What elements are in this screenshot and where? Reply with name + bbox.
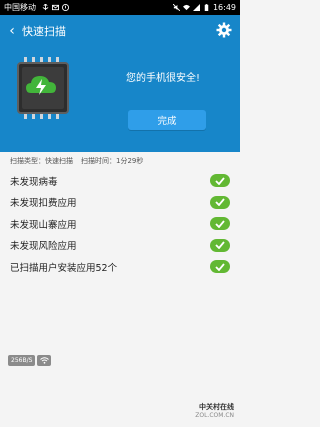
check-icon	[210, 217, 230, 230]
clock: 16:49	[212, 3, 236, 12]
speed-badge: 256B/S	[8, 355, 36, 366]
scan-info: 扫描类型：快速扫描 扫描时间：1分29秒	[10, 156, 143, 166]
list-item: 已扫描用户安装应用52个	[0, 256, 240, 278]
list-item: 未发现病毒	[0, 170, 240, 192]
list-item: 未发现风险应用	[0, 235, 240, 257]
chip-shield-icon	[17, 57, 69, 119]
app-bar: ‹ 快速扫描	[0, 15, 240, 47]
alert-icon	[62, 4, 69, 11]
result-label: 未发现风险应用	[10, 241, 77, 253]
scan-type: 扫描类型：快速扫描	[10, 157, 73, 165]
watermark: 中关村在线 ZOL.COM.CN	[195, 402, 234, 419]
done-button[interactable]: 完成	[128, 110, 206, 130]
usb-icon	[42, 4, 49, 11]
list-item: 未发现山寨应用	[0, 213, 240, 235]
result-label: 已扫描用户安装应用52个	[10, 262, 118, 274]
gear-icon[interactable]	[216, 22, 232, 38]
status-bar: 中国移动 16:49	[0, 0, 240, 15]
result-label: 未发现扣费应用	[10, 198, 77, 210]
watermark-url: ZOL.COM.CN	[195, 412, 234, 419]
check-icon	[210, 174, 230, 187]
notification-icons	[42, 4, 69, 11]
battery-icon	[204, 4, 209, 11]
result-label: 未发现病毒	[10, 176, 58, 188]
safety-message: 您的手机很安全!	[126, 73, 201, 84]
page-title: 快速扫描	[22, 25, 66, 38]
check-icon	[210, 260, 230, 273]
wifi-icon	[37, 355, 52, 366]
scan-results-list: 未发现病毒 未发现扣费应用 未发现山寨应用 未发现风险应用 已扫描用户安装应用5…	[0, 170, 240, 278]
check-icon	[210, 195, 230, 209]
system-icons: 16:49	[172, 3, 236, 12]
list-item: 未发现扣费应用	[0, 192, 240, 214]
result-label: 未发现山寨应用	[10, 219, 77, 231]
signal-icon	[192, 4, 200, 11]
network-speed-widget: 256B/S	[8, 355, 52, 366]
scan-time: 扫描时间：1分29秒	[81, 157, 144, 165]
silent-icon	[172, 4, 180, 11]
mail-icon	[52, 4, 59, 11]
wifi-icon	[182, 4, 190, 11]
back-arrow-icon[interactable]: ‹	[4, 21, 20, 41]
carrier-name: 中国移动	[4, 3, 36, 12]
check-icon	[210, 238, 230, 252]
watermark-brand: 中关村在线	[199, 403, 234, 411]
